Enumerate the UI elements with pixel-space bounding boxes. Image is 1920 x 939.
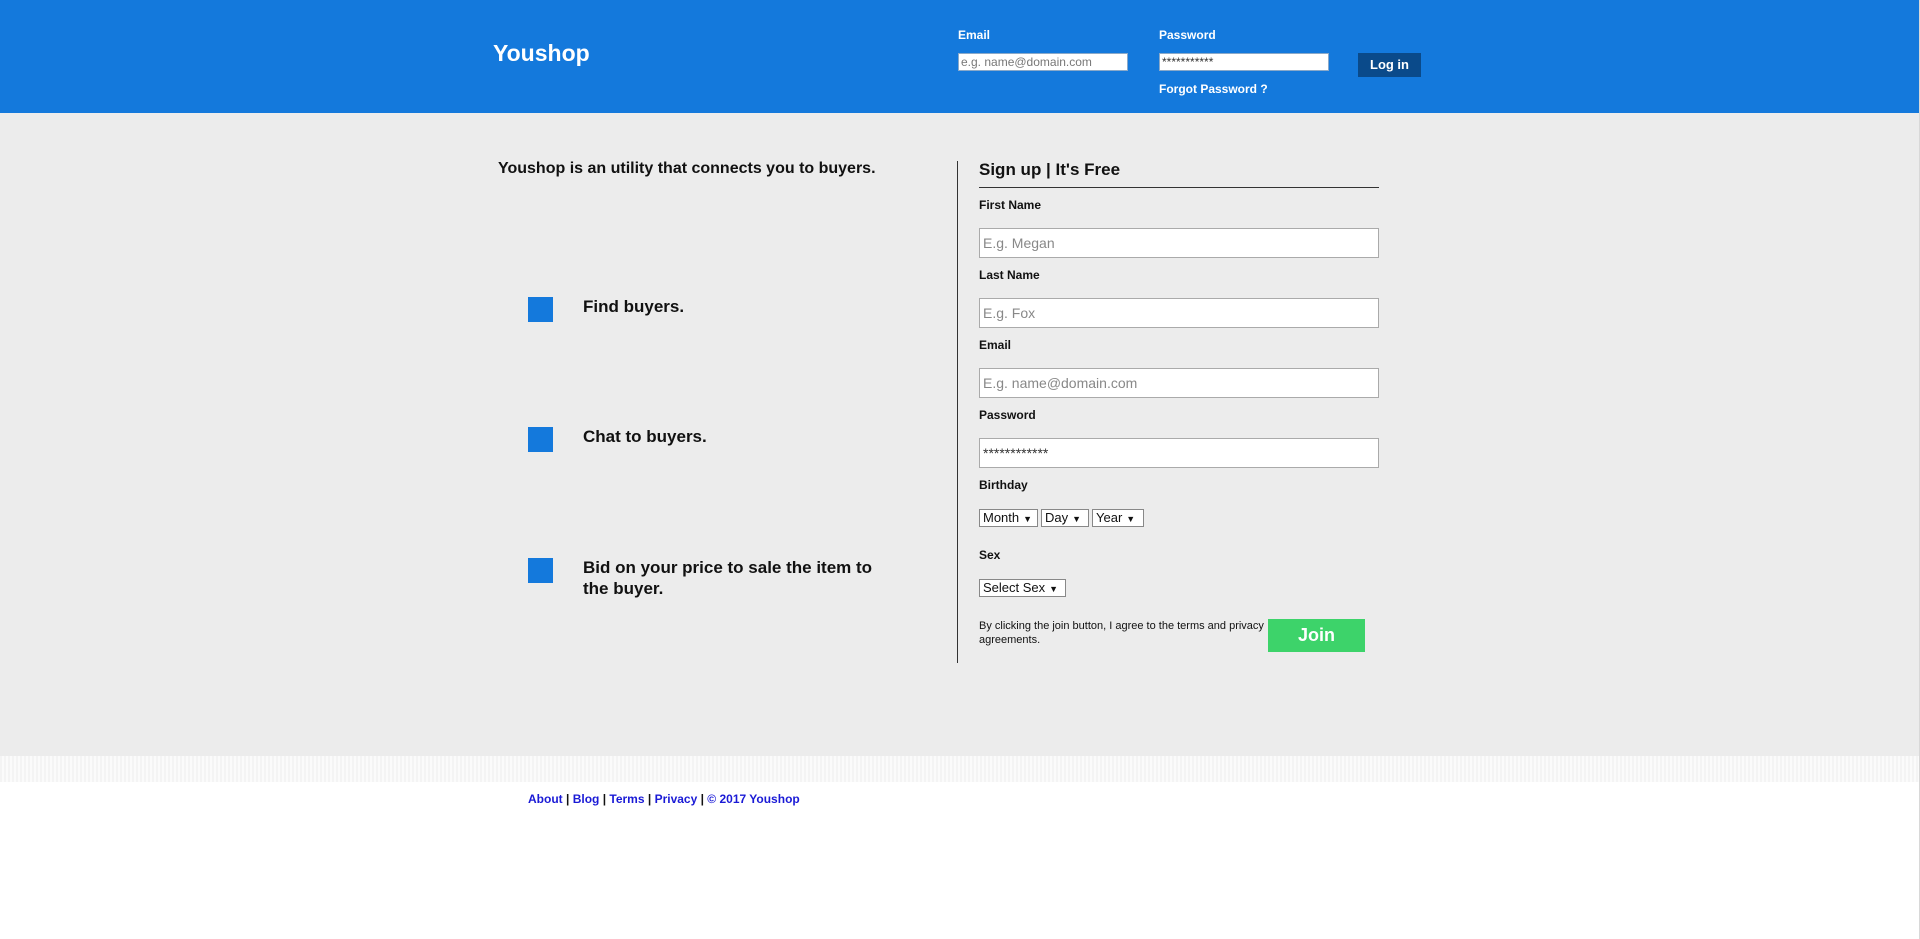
footer-terms-link[interactable]: Terms	[609, 792, 644, 806]
birthday-label: Birthday	[979, 478, 1028, 492]
chevron-down-icon: ▼	[1072, 514, 1082, 524]
feature-bullet-icon	[528, 558, 553, 583]
chevron-down-icon: ▼	[1023, 514, 1033, 524]
footer-links: About | Blog | Terms | Privacy | © 2017 …	[528, 792, 800, 806]
chevron-down-icon: ▼	[1049, 584, 1059, 594]
vertical-divider	[957, 161, 958, 663]
last-name-input[interactable]: E.g. Fox	[979, 298, 1379, 328]
logo[interactable]: Youshop	[493, 40, 590, 67]
header-password-label: Password	[1159, 28, 1216, 42]
first-name-input[interactable]: E.g. Megan	[979, 228, 1379, 258]
day-select-value: Day	[1045, 510, 1069, 525]
footer-about-link[interactable]: About	[528, 792, 563, 806]
feature-bullet-icon	[528, 297, 553, 322]
footer-stripe	[0, 756, 1919, 782]
signup-password-input[interactable]: ************	[979, 438, 1379, 468]
feature-bullet-icon	[528, 427, 553, 452]
first-name-label: First Name	[979, 198, 1042, 212]
year-select-value: Year	[1096, 510, 1123, 525]
header-email-label: Email	[958, 28, 991, 42]
signup-email-input[interactable]: E.g. name@domain.com	[979, 368, 1379, 398]
terms-text: By clicking the join button, I agree to …	[979, 620, 1264, 646]
sex-label: Sex	[979, 548, 1001, 562]
tagline: Youshop is an utility that connects you …	[498, 160, 876, 177]
footer-separator: |	[599, 792, 610, 806]
signup-password-label: Password	[979, 408, 1036, 422]
footer-copyright[interactable]: © 2017 Youshop	[707, 792, 799, 806]
feature-find-buyers: Find buyers.	[583, 297, 685, 316]
forgot-password-link[interactable]: Forgot Password ?	[1159, 82, 1268, 96]
header-email-input[interactable]: e.g. name@domain.com	[958, 53, 1128, 71]
sex-select[interactable]: Select Sex ▼	[979, 579, 1066, 597]
birthday-year-select[interactable]: Year ▼	[1092, 509, 1144, 527]
footer-privacy-link[interactable]: Privacy	[655, 792, 698, 806]
footer-separator: |	[644, 792, 655, 806]
month-select-value: Month	[983, 510, 1020, 525]
signup-email-label: Email	[979, 338, 1012, 352]
last-name-label: Last Name	[979, 268, 1040, 282]
footer-separator: |	[562, 792, 573, 806]
main-content	[0, 113, 1919, 756]
signup-title-rule	[979, 187, 1379, 188]
signup-title: Sign up | It's Free	[979, 160, 1121, 179]
feature-chat-buyers: Chat to buyers.	[583, 427, 707, 446]
header-password-input[interactable]: ***********	[1159, 53, 1329, 71]
footer-separator: |	[697, 792, 708, 806]
chevron-down-icon: ▼	[1126, 514, 1136, 524]
footer-blog-link[interactable]: Blog	[573, 792, 600, 806]
join-button[interactable]: Join	[1268, 619, 1365, 652]
birthday-day-select[interactable]: Day ▼	[1041, 509, 1089, 527]
top-header: Youshop Email e.g. name@domain.com Passw…	[0, 0, 1919, 113]
birthday-month-select[interactable]: Month ▼	[979, 509, 1038, 527]
login-button[interactable]: Log in	[1358, 53, 1421, 77]
feature-bid-price: Bid on your price to sale the item to th…	[583, 558, 873, 598]
sex-select-value: Select Sex	[983, 580, 1046, 595]
